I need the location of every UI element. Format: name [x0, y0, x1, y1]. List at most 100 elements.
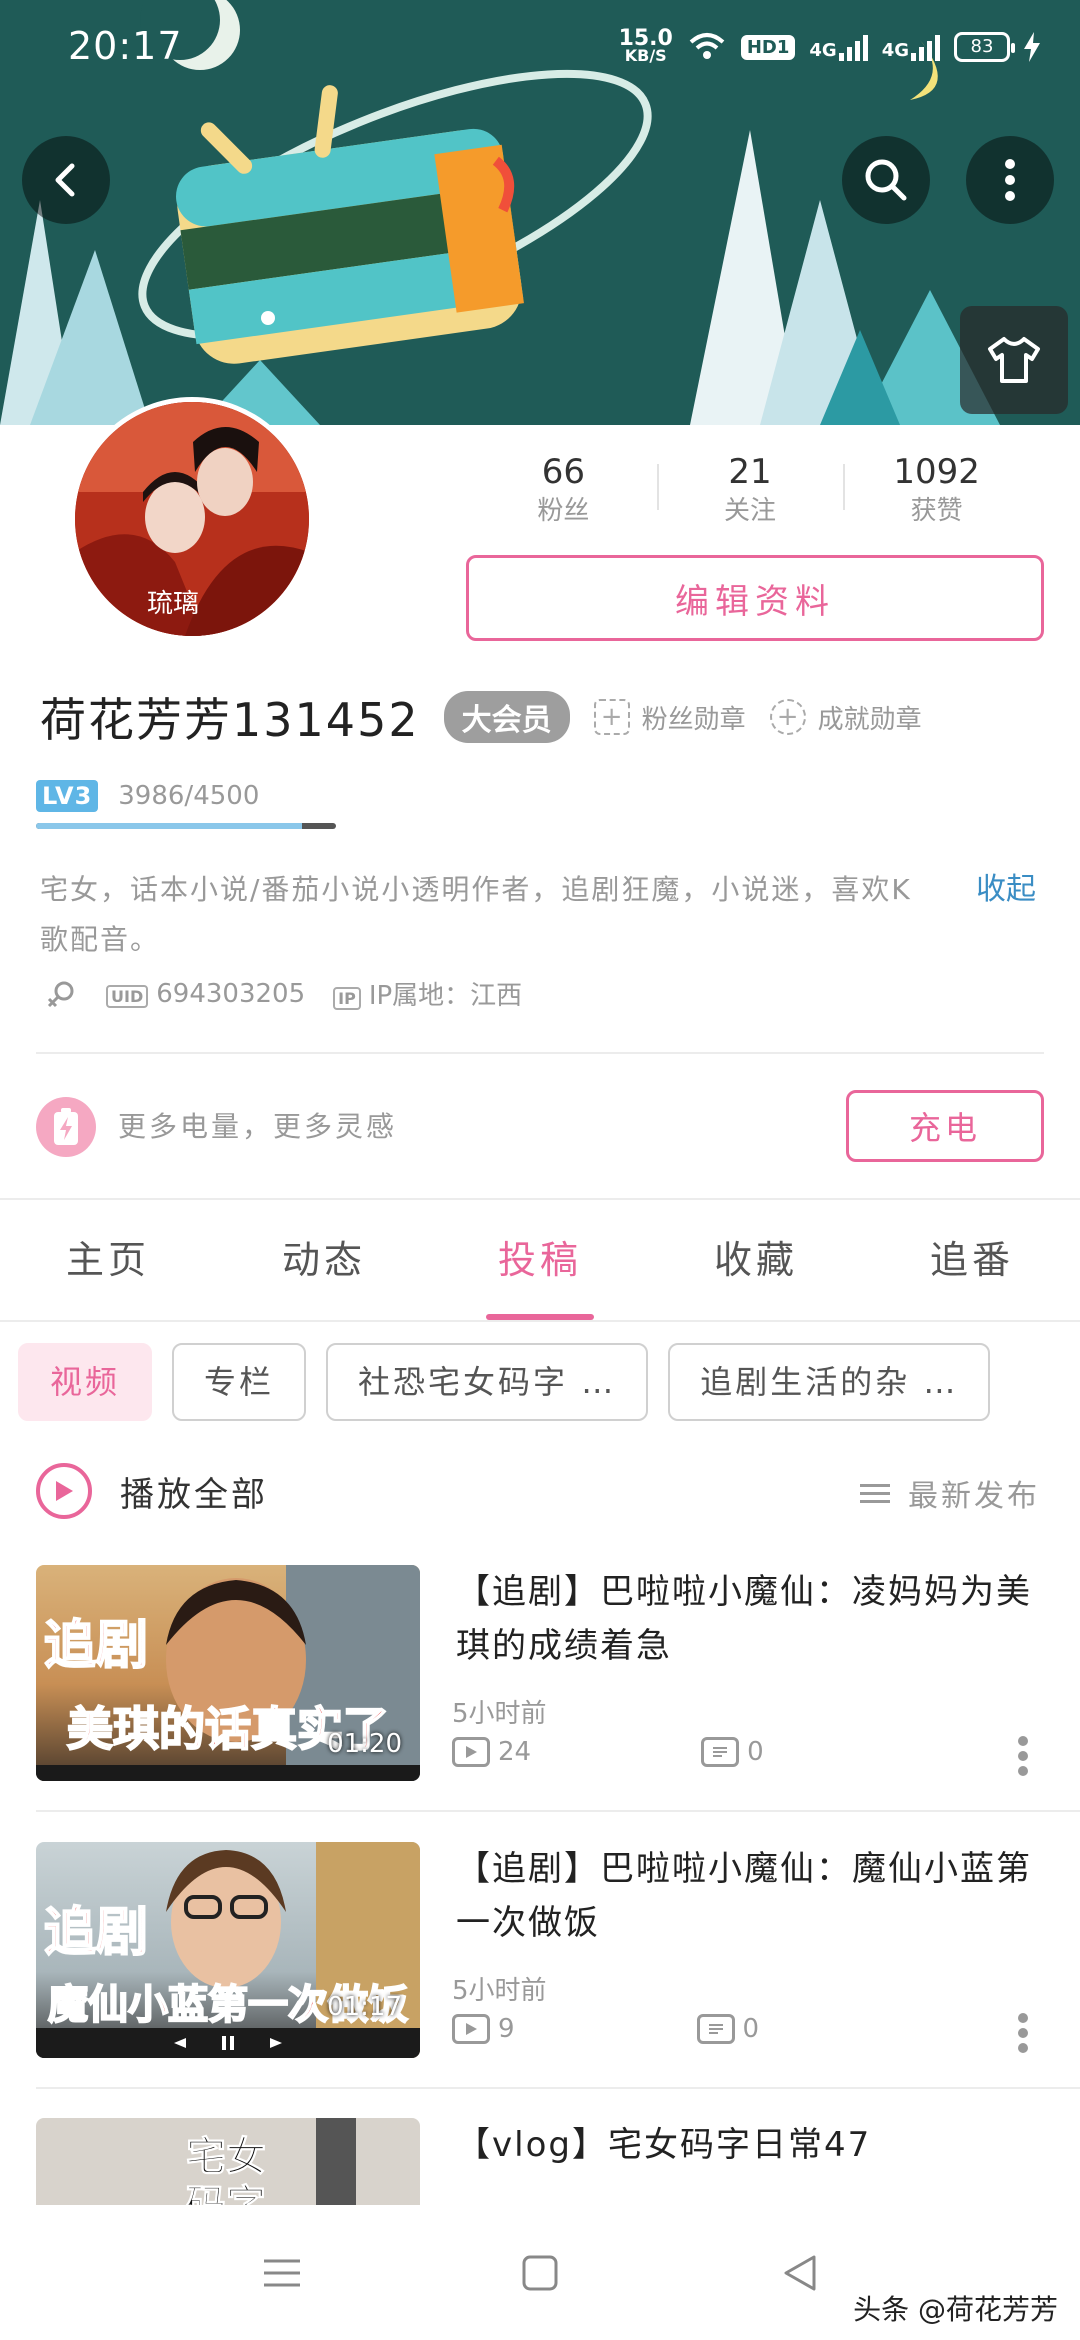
profile-banner[interactable]: 20:17 15.0 KB/S HD1 4G 4G 83 [0, 0, 1080, 425]
stat-following[interactable]: 21 关注 [656, 450, 844, 530]
plus-circle-icon: + [769, 699, 806, 735]
plus-icon: + [593, 699, 630, 735]
thumbnail-stand [316, 2118, 356, 2205]
signal-label-1: 4G [809, 40, 837, 61]
avatar-caption: 琉璃 [147, 589, 199, 619]
stat-likes-label: 获赞 [910, 496, 963, 526]
level-badge: LV3 [36, 780, 99, 812]
stat-fans-count: 66 [541, 452, 585, 492]
search-button[interactable] [842, 136, 930, 224]
comment-stat: 0 [696, 2014, 760, 2044]
back-triangle-icon[interactable] [780, 2253, 820, 2293]
tshirt-icon [988, 337, 1040, 383]
avatar[interactable]: 琉璃 [70, 397, 314, 641]
back-button[interactable] [22, 136, 110, 224]
more-vertical-icon [1005, 159, 1015, 201]
battery-charge-icon [36, 1097, 96, 1157]
divider [36, 2087, 1080, 2089]
more-vertical-icon[interactable] [1018, 1731, 1030, 1781]
thumbnail-caption-bottom: 码字 [186, 2182, 267, 2206]
battery-icon: 83 [954, 32, 1015, 62]
stat-fans-label: 粉丝 [537, 496, 590, 526]
profile-stats: 66 粉丝 21 关注 1092 获赞 [470, 450, 1030, 530]
achievement-medal-label: 成就勋章 [817, 704, 922, 735]
stat-likes-count: 1092 [893, 452, 980, 492]
tab-submissions[interactable]: 投稿 [432, 1200, 648, 1320]
search-icon [865, 159, 907, 201]
comment-count: 0 [742, 2014, 760, 2044]
vip-badge[interactable]: 大会员 [443, 691, 570, 743]
more-button[interactable] [966, 136, 1054, 224]
wifi-icon [689, 33, 725, 59]
level-row[interactable]: LV3 3986/4500 [36, 780, 259, 812]
category-chips: 视频 专栏 社恐宅女码字 … 追剧生活的杂 … [18, 1343, 1080, 1423]
tab-home[interactable]: 主页 [0, 1200, 216, 1320]
video-duration: 01:20 [327, 1729, 402, 1759]
chip-collection-1[interactable]: 社恐宅女码字 … [326, 1343, 649, 1421]
divider [36, 1810, 1080, 1812]
comment-icon [696, 2014, 735, 2044]
video-item[interactable]: 宅女 码字 【vlog】宅女码字日常47 [36, 2118, 1044, 2205]
stat-likes[interactable]: 1092 获赞 [843, 450, 1030, 530]
chip-collection-2[interactable]: 追剧生活的杂 … [668, 1343, 991, 1421]
level-exp: 3986/4500 [118, 781, 260, 811]
uid-info: UID 694303205 [106, 979, 305, 1009]
menu-icon[interactable] [262, 2253, 302, 2293]
chip-video[interactable]: 视频 [18, 1343, 153, 1421]
net-speed-value: 15.0 [618, 26, 673, 51]
more-vertical-icon[interactable] [1018, 2008, 1030, 2058]
achievement-medal[interactable]: + 成就勋章 [769, 699, 922, 736]
video-title[interactable]: 【追剧】巴啦啦小魔仙：魔仙小蓝第一次做饭 [456, 1842, 1044, 1950]
video-stats: 9 0 [452, 2014, 759, 2044]
video-title[interactable]: 【vlog】宅女码字日常47 [456, 2118, 1044, 2172]
charge-button[interactable]: 充电 [846, 1090, 1044, 1162]
fan-medal[interactable]: + 粉丝勋章 [593, 699, 746, 736]
video-item[interactable]: 追剧 魔仙小蓝第一次做饭 01:17 【追剧】巴啦啦小魔仙：魔仙小蓝第一次做饭 … [36, 1842, 1044, 2058]
play-all-button[interactable]: 播放全部 [36, 1463, 268, 1519]
tab-favorites[interactable]: 收藏 [648, 1200, 864, 1320]
uid-tag: UID [106, 984, 149, 1008]
stat-following-label: 关注 [724, 496, 777, 526]
gender-icon [47, 981, 74, 1007]
video-duration: 01:17 [327, 1992, 402, 2022]
ip-tag: IP [333, 987, 361, 1010]
bio-collapse-button[interactable]: 收起 [976, 865, 1036, 915]
video-thumbnail[interactable]: 追剧 魔仙小蓝第一次做饭 01:17 [36, 1842, 420, 2058]
watermark-text: 头条 @荷花芳芳 [853, 2293, 1058, 2326]
ip-info: IP IP属地：江西 [333, 975, 522, 1012]
play-count-icon [452, 1737, 490, 1767]
sort-label: 最新发布 [908, 1479, 1040, 1514]
signal-icon-2: 4G [882, 33, 940, 61]
tab-bangumi[interactable]: 追番 [864, 1200, 1080, 1320]
profile-tabs: 主页 动态 投稿 收藏 追番 [0, 1200, 1080, 1320]
comment-count: 0 [747, 1737, 764, 1767]
name-row: 荷花芳芳131452 大会员 + 粉丝勋章 + 成就勋章 [40, 680, 922, 754]
thumbnail-caption-top: 追剧 [43, 1902, 149, 1964]
video-thumbnail[interactable]: 追剧 美琪的话真实了 01:20 [36, 1565, 420, 1781]
signal-label-2: 4G [881, 40, 909, 61]
chevron-left-icon [55, 163, 75, 197]
video-item[interactable]: 追剧 美琪的话真实了 01:20 【追剧】巴啦啦小魔仙：凌妈妈为美琪的成绩着急 … [36, 1565, 1044, 1781]
sort-button[interactable]: 最新发布 [860, 1471, 1040, 1515]
status-icons: 15.0 KB/S HD1 4G 4G 83 [619, 22, 1040, 72]
bio-text: 宅女，话本小说/番茄小说小透明作者，追剧狂魔，小说迷，喜欢K歌配音。 [40, 873, 912, 956]
play-circle-icon [36, 1463, 92, 1519]
chip-column[interactable]: 专栏 [172, 1343, 307, 1421]
net-speed: 15.0 KB/S [618, 26, 673, 65]
skin-button[interactable] [960, 306, 1068, 414]
video-time: 5小时前 [452, 1976, 547, 2006]
level-progress-bar [36, 823, 336, 829]
play-count: 9 [498, 2014, 515, 2044]
video-thumbnail[interactable]: 宅女 码字 [36, 2118, 420, 2205]
status-bar: 20:17 15.0 KB/S HD1 4G 4G 83 [0, 0, 1080, 95]
video-title[interactable]: 【追剧】巴啦啦小魔仙：凌妈妈为美琪的成绩着急 [456, 1565, 1044, 1673]
stat-following-count: 21 [728, 452, 772, 492]
signal-icon-1: 4G [809, 33, 868, 61]
home-square-icon[interactable] [520, 2253, 560, 2293]
stat-fans[interactable]: 66 粉丝 [470, 450, 657, 530]
tab-dynamics[interactable]: 动态 [216, 1200, 432, 1320]
username: 荷花芳芳131452 [40, 693, 420, 747]
edit-profile-button[interactable]: 编辑资料 [466, 555, 1044, 641]
list-icon [860, 1479, 890, 1508]
net-speed-unit: KB/S [624, 46, 667, 65]
